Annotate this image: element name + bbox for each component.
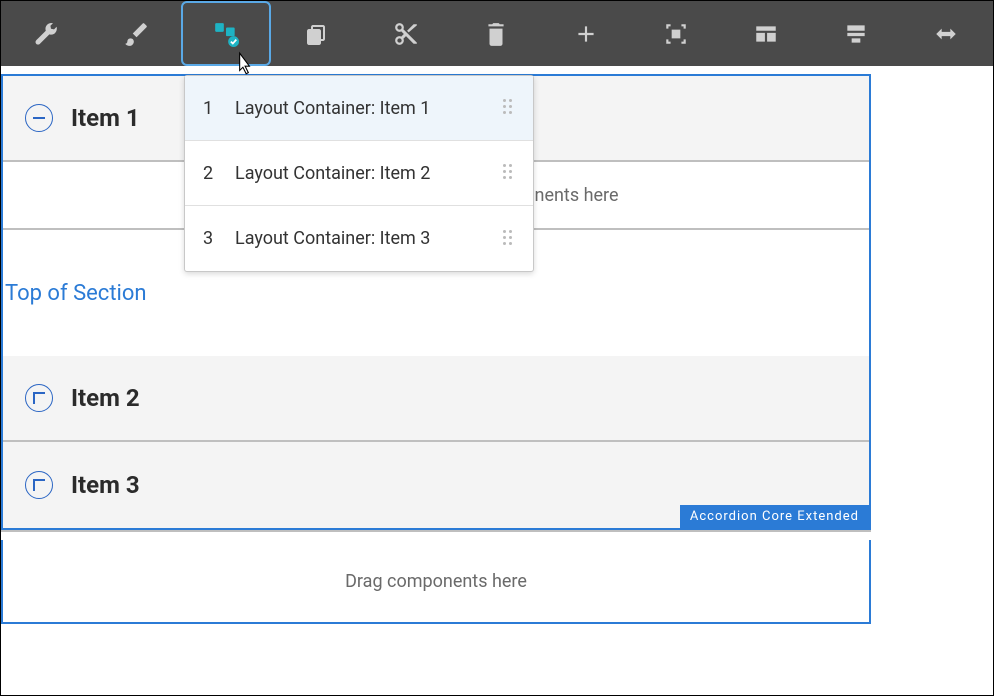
toolbar-copy-button[interactable] bbox=[271, 1, 361, 66]
wrench-icon bbox=[33, 21, 59, 47]
toolbar-panel-select-button[interactable] bbox=[181, 1, 271, 66]
drag-handle-icon[interactable] bbox=[503, 230, 515, 248]
expand-icon[interactable] bbox=[25, 471, 53, 499]
collapse-icon[interactable] bbox=[25, 104, 53, 132]
insert-icon bbox=[573, 21, 599, 47]
brush-icon bbox=[123, 21, 149, 47]
drag-handle-icon[interactable] bbox=[503, 164, 515, 182]
toolbar-configure-button[interactable] bbox=[1, 1, 91, 66]
panel-select-dropdown: 1 Layout Container: Item 1 2 Layout Cont… bbox=[184, 75, 534, 272]
dropdown-index: 1 bbox=[203, 98, 223, 119]
convert-icon bbox=[933, 21, 959, 47]
accordion-item-title: Item 3 bbox=[71, 471, 140, 499]
structure-icon bbox=[843, 21, 869, 47]
toolbar-group-button[interactable] bbox=[631, 1, 721, 66]
layout-icon bbox=[753, 21, 779, 47]
toolbar-cut-button[interactable] bbox=[361, 1, 451, 66]
accordion-item-title: Item 2 bbox=[71, 384, 140, 412]
accordion-item-title: Item 1 bbox=[71, 104, 140, 132]
group-icon bbox=[663, 21, 689, 47]
dropdown-index: 2 bbox=[203, 163, 223, 184]
dropdown-item-2[interactable]: 2 Layout Container: Item 2 bbox=[185, 141, 533, 206]
toolbar-layout-button[interactable] bbox=[721, 1, 811, 66]
delete-icon bbox=[483, 21, 509, 47]
parsys-wrap: Drag components here bbox=[1, 530, 871, 624]
toolbar-convert-button[interactable] bbox=[901, 1, 991, 66]
dropdown-label: Layout Container: Item 3 bbox=[235, 228, 503, 249]
dropdown-item-3[interactable]: 3 Layout Container: Item 3 bbox=[185, 206, 533, 271]
toolbar-delete-button[interactable] bbox=[451, 1, 541, 66]
expand-icon[interactable] bbox=[25, 384, 53, 412]
panel-select-icon bbox=[213, 21, 239, 47]
toolbar-structure-button[interactable] bbox=[811, 1, 901, 66]
drag-handle-icon[interactable] bbox=[503, 99, 515, 117]
dropdown-label: Layout Container: Item 2 bbox=[235, 163, 503, 184]
copy-icon bbox=[303, 21, 329, 47]
parsys-dropzone[interactable]: Drag components here bbox=[1, 540, 871, 624]
toolbar-insert-button[interactable] bbox=[541, 1, 631, 66]
section-top-link[interactable]: Top of Section bbox=[5, 281, 147, 306]
accordion-item-header-2[interactable]: Item 2 bbox=[3, 356, 869, 442]
dropdown-item-1[interactable]: 1 Layout Container: Item 1 bbox=[185, 76, 533, 141]
dropdown-index: 3 bbox=[203, 228, 223, 249]
component-type-badge: Accordion Core Extended bbox=[680, 505, 869, 528]
component-toolbar bbox=[1, 1, 993, 66]
dropdown-label: Layout Container: Item 1 bbox=[235, 98, 503, 119]
toolbar-styles-button[interactable] bbox=[91, 1, 181, 66]
cut-icon bbox=[393, 21, 419, 47]
parsys-drop-text: Drag components here bbox=[345, 571, 527, 592]
